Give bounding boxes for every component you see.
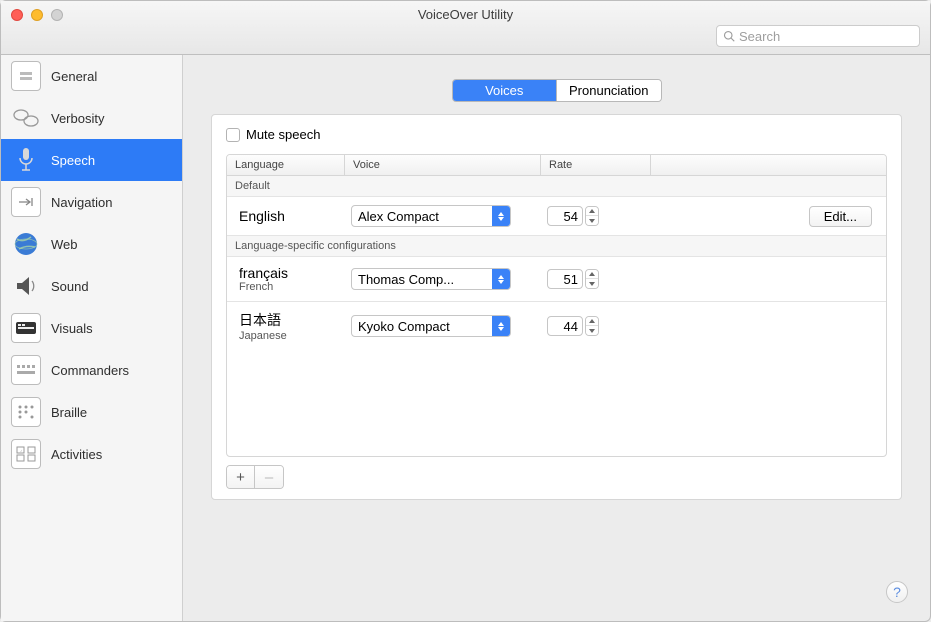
speech-icon [11,145,41,175]
search-icon [723,30,735,42]
table-header: Language Voice Rate [227,155,886,176]
table-row[interactable]: 日本語 Japanese Kyoko Compact [227,302,886,350]
rate-input[interactable] [547,269,583,289]
search-input[interactable] [739,29,913,44]
section-default: Default [227,176,886,197]
sidebar-item-commanders[interactable]: Commanders [1,349,182,391]
rate-stepper [547,269,599,289]
add-remove-control: + – [226,465,284,489]
table-body: Default English Alex Compact [227,176,886,456]
visuals-icon [11,313,41,343]
sidebar-item-label: Sound [51,279,89,294]
rate-stepper [547,206,599,226]
sidebar-item-activities[interactable]: ♪ Activities [1,433,182,475]
rate-down-button[interactable] [586,279,598,288]
header-voice[interactable]: Voice [345,155,541,175]
sidebar-item-label: Verbosity [51,111,104,126]
tab-pronunciation[interactable]: Pronunciation [557,80,661,101]
sidebar-item-label: Speech [51,153,95,168]
commanders-icon [11,355,41,385]
add-button[interactable]: + [227,466,255,488]
sidebar-item-label: Web [51,237,78,252]
voice-popup[interactable]: Kyoko Compact [351,315,511,337]
main-content: Voices Pronunciation Mute speech Languag… [183,55,930,621]
activities-icon: ♪ [11,439,41,469]
sidebar-item-label: General [51,69,97,84]
chevron-updown-icon [492,206,510,226]
title-bar: VoiceOver Utility [1,1,930,55]
sidebar: General Verbosity Speech Navigation Web [1,55,183,621]
header-language[interactable]: Language [227,155,345,175]
rate-up-button[interactable] [586,317,598,326]
search-field[interactable] [716,25,920,47]
braille-icon [11,397,41,427]
sidebar-item-label: Navigation [51,195,112,210]
voice-popup[interactable]: Thomas Comp... [351,268,511,290]
navigation-icon [11,187,41,217]
mute-speech-checkbox[interactable] [226,128,240,142]
web-icon [11,229,41,259]
sidebar-item-braille[interactable]: Braille [1,391,182,433]
sidebar-item-verbosity[interactable]: Verbosity [1,97,182,139]
window-title: VoiceOver Utility [1,7,930,22]
table-row[interactable]: français French Thomas Comp... [227,257,886,302]
table-row-default[interactable]: English Alex Compact [227,197,886,236]
header-actions [651,155,886,175]
mute-speech-row: Mute speech [212,127,901,142]
sidebar-item-label: Visuals [51,321,93,336]
sidebar-item-label: Commanders [51,363,129,378]
verbosity-icon [11,103,41,133]
voice-popup[interactable]: Alex Compact [351,205,511,227]
rate-stepper [547,316,599,336]
rate-down-button[interactable] [586,216,598,225]
sidebar-item-navigation[interactable]: Navigation [1,181,182,223]
voices-table: Language Voice Rate Default English Alex… [226,154,887,457]
chevron-updown-icon [492,269,510,289]
rate-input[interactable] [547,206,583,226]
sidebar-item-general[interactable]: General [1,55,182,97]
cell-language: 日本語 Japanese [233,310,351,342]
section-specific: Language-specific configurations [227,236,886,257]
sidebar-item-speech[interactable]: Speech [1,139,182,181]
svg-text:♪: ♪ [20,448,22,453]
voices-panel: Mute speech Language Voice Rate Default … [211,114,902,500]
rate-up-button[interactable] [586,207,598,216]
mute-speech-label: Mute speech [246,127,320,142]
sidebar-item-label: Braille [51,405,87,420]
rate-down-button[interactable] [586,326,598,335]
rate-input[interactable] [547,316,583,336]
edit-button[interactable]: Edit... [809,206,872,227]
sidebar-item-web[interactable]: Web [1,223,182,265]
tab-voices[interactable]: Voices [453,80,558,101]
rate-up-button[interactable] [586,270,598,279]
table-actions: + – [212,457,901,499]
sound-icon [11,271,41,301]
sidebar-item-label: Activities [51,447,102,462]
header-rate[interactable]: Rate [541,155,651,175]
cell-language: français French [233,265,351,293]
cell-language: English [233,208,351,224]
sidebar-item-sound[interactable]: Sound [1,265,182,307]
help-button[interactable]: ? [886,581,908,603]
remove-button[interactable]: – [255,466,283,488]
general-icon [11,61,41,91]
tab-control: Voices Pronunciation [452,79,662,102]
chevron-updown-icon [492,316,510,336]
sidebar-item-visuals[interactable]: Visuals [1,307,182,349]
